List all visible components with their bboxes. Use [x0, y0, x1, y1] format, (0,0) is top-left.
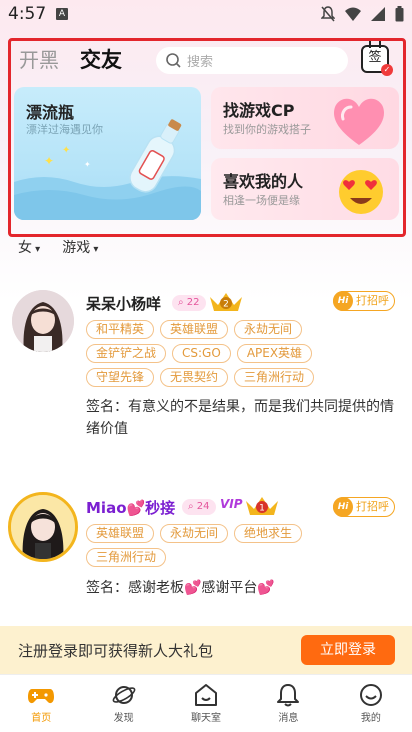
drift-bottle-card[interactable]: 漂流瓶 漂洋过海遇见你 ✦ ✦ ✦ — [14, 87, 201, 220]
signin-calendar-button[interactable]: 签 ✓ — [361, 41, 393, 76]
user-card-1[interactable]: 呆呆小杨咩 ⌕ 22 2 Hi 打招呼 和平精英 英雄联盟 永劫无间 金铲铲之战… — [0, 288, 412, 448]
game-tag: 永劫无间 — [234, 320, 303, 339]
who-likes-me-subtitle: 相逢一场便是缘 — [223, 194, 300, 207]
search-placeholder: 搜索 — [187, 55, 214, 70]
find-cp-subtitle: 找到你的游戏搭子 — [223, 123, 311, 136]
game-tag: 永劫无间 — [160, 524, 229, 543]
nav-label: 首页 — [31, 713, 52, 724]
level-badge: ⌕ 22 — [172, 295, 206, 311]
game-filter[interactable]: 游戏 — [62, 237, 98, 257]
who-likes-me-card[interactable]: 喜欢我的人 相逢一场便是缘 — [211, 158, 399, 220]
game-tag: APEX英雄 — [236, 344, 313, 363]
filter-bar: 女 游戏 — [18, 237, 98, 257]
nav-label: 聊天室 — [191, 713, 222, 724]
game-tag: 英雄联盟 — [86, 524, 155, 543]
gender-filter[interactable]: 女 — [18, 237, 40, 257]
svg-text:✦: ✦ — [62, 145, 70, 156]
heart-icon — [334, 98, 384, 145]
greet-label: 打招呼 — [356, 500, 389, 513]
game-tags: 英雄联盟 永劫无间 绝地求生 三角洲行动 — [86, 524, 326, 567]
tab-jiaoyou-label: 交友 — [80, 48, 122, 72]
game-tag: 绝地求生 — [234, 524, 303, 543]
tab-jiaoyou[interactable]: 交友 — [80, 44, 122, 74]
battery-icon — [395, 6, 404, 22]
bottom-nav: 首页 发现 聊天室 消息 我的 — [0, 674, 412, 732]
game-tag: 和平精英 — [86, 320, 155, 339]
status-bar: 4:57 A — [0, 0, 412, 30]
who-likes-me-title: 喜欢我的人 — [223, 172, 304, 191]
game-tag: 无畏契约 — [160, 368, 229, 387]
nav-mine[interactable]: 我的 — [330, 675, 412, 732]
gamepad-icon — [28, 689, 55, 704]
search-bar[interactable]: 搜索 — [156, 47, 348, 74]
game-tag: 守望先锋 — [86, 368, 155, 387]
username: Miao💕秒接 — [86, 499, 176, 517]
login-button[interactable]: 立即登录 — [301, 635, 395, 665]
game-tag: 三角洲行动 — [86, 548, 167, 567]
smile-icon — [359, 684, 382, 706]
nav-chatroom[interactable]: 聊天室 — [165, 675, 247, 732]
nav-label: 消息 — [278, 713, 299, 724]
nav-label: 发现 — [113, 713, 134, 724]
message-icon: ⌕ — [188, 501, 197, 512]
hi-icon: Hi — [333, 291, 353, 311]
find-cp-card[interactable]: 找游戏CP 找到你的游戏搭子 — [211, 87, 399, 149]
bottle-illustration: ✦ ✦ ✦ — [14, 119, 201, 220]
nav-messages[interactable]: 消息 — [247, 675, 329, 732]
rank-crown-icon: 1 — [246, 497, 278, 515]
greet-button[interactable]: Hi 打招呼 — [333, 291, 395, 311]
heart-eyes-emoji-icon — [339, 170, 383, 214]
home-chat-icon — [195, 684, 218, 706]
planet-icon — [112, 686, 135, 704]
game-tag: 英雄联盟 — [160, 320, 229, 339]
avatar[interactable] — [12, 290, 74, 352]
bell-icon — [277, 684, 300, 707]
username: 呆呆小杨咩 — [86, 295, 162, 313]
status-icons — [321, 6, 404, 22]
greet-button[interactable]: Hi 打招呼 — [333, 497, 395, 517]
rank-value: 2 — [223, 300, 229, 310]
wifi-icon — [345, 7, 361, 21]
signature: 签名：感谢老板💕感谢平台💕 — [86, 580, 275, 596]
user-card-2[interactable]: Miao💕秒接 ⌕ 24 VIP 1 Hi 打招呼 英雄联盟 永劫无间 绝地求生… — [0, 488, 412, 608]
svg-text:✦: ✦ — [84, 160, 91, 169]
nav-home[interactable]: 首页 — [0, 675, 82, 732]
check-badge-icon: ✓ — [381, 64, 393, 76]
vip-badge: VIP — [220, 497, 243, 511]
signin-label: 签 — [368, 50, 382, 65]
search-icon — [166, 53, 181, 68]
rank-crown-icon: 2 — [210, 293, 242, 311]
mute-icon — [321, 6, 335, 22]
hi-icon: Hi — [333, 497, 353, 517]
game-tag: CS:GO — [172, 344, 231, 363]
avatar-image — [11, 495, 75, 559]
game-tags: 和平精英 英雄联盟 永劫无间 金铲铲之战 CS:GO APEX英雄 守望先锋 无… — [86, 320, 326, 387]
nav-discover[interactable]: 发现 — [82, 675, 164, 732]
register-banner: 注册登录即可获得新人大礼包 立即登录 — [0, 626, 412, 674]
level-value: 24 — [196, 501, 210, 512]
game-tag: 金铲铲之战 — [86, 344, 167, 363]
greet-label: 打招呼 — [356, 294, 389, 307]
tab-kaihei[interactable]: 开黑 — [19, 44, 59, 73]
rank-value: 1 — [259, 504, 265, 514]
signature: 签名：有意义的不是结果，而是我们共同提供的情绪价值 — [86, 399, 394, 437]
level-badge: ⌕ 24 — [182, 499, 216, 515]
nav-label: 我的 — [360, 713, 381, 724]
message-icon: ⌕ — [178, 297, 187, 308]
banner-text: 注册登录即可获得新人大礼包 — [18, 642, 214, 660]
avatar[interactable] — [8, 492, 78, 562]
svg-text:✦: ✦ — [44, 154, 54, 168]
game-tag: 三角洲行动 — [234, 368, 315, 387]
avatar-image — [12, 290, 74, 352]
status-time: 4:57 — [8, 4, 47, 24]
signal-icon — [371, 7, 385, 21]
app-notification-icon: A — [56, 8, 68, 20]
find-cp-title: 找游戏CP — [223, 101, 295, 120]
level-value: 22 — [186, 297, 200, 308]
